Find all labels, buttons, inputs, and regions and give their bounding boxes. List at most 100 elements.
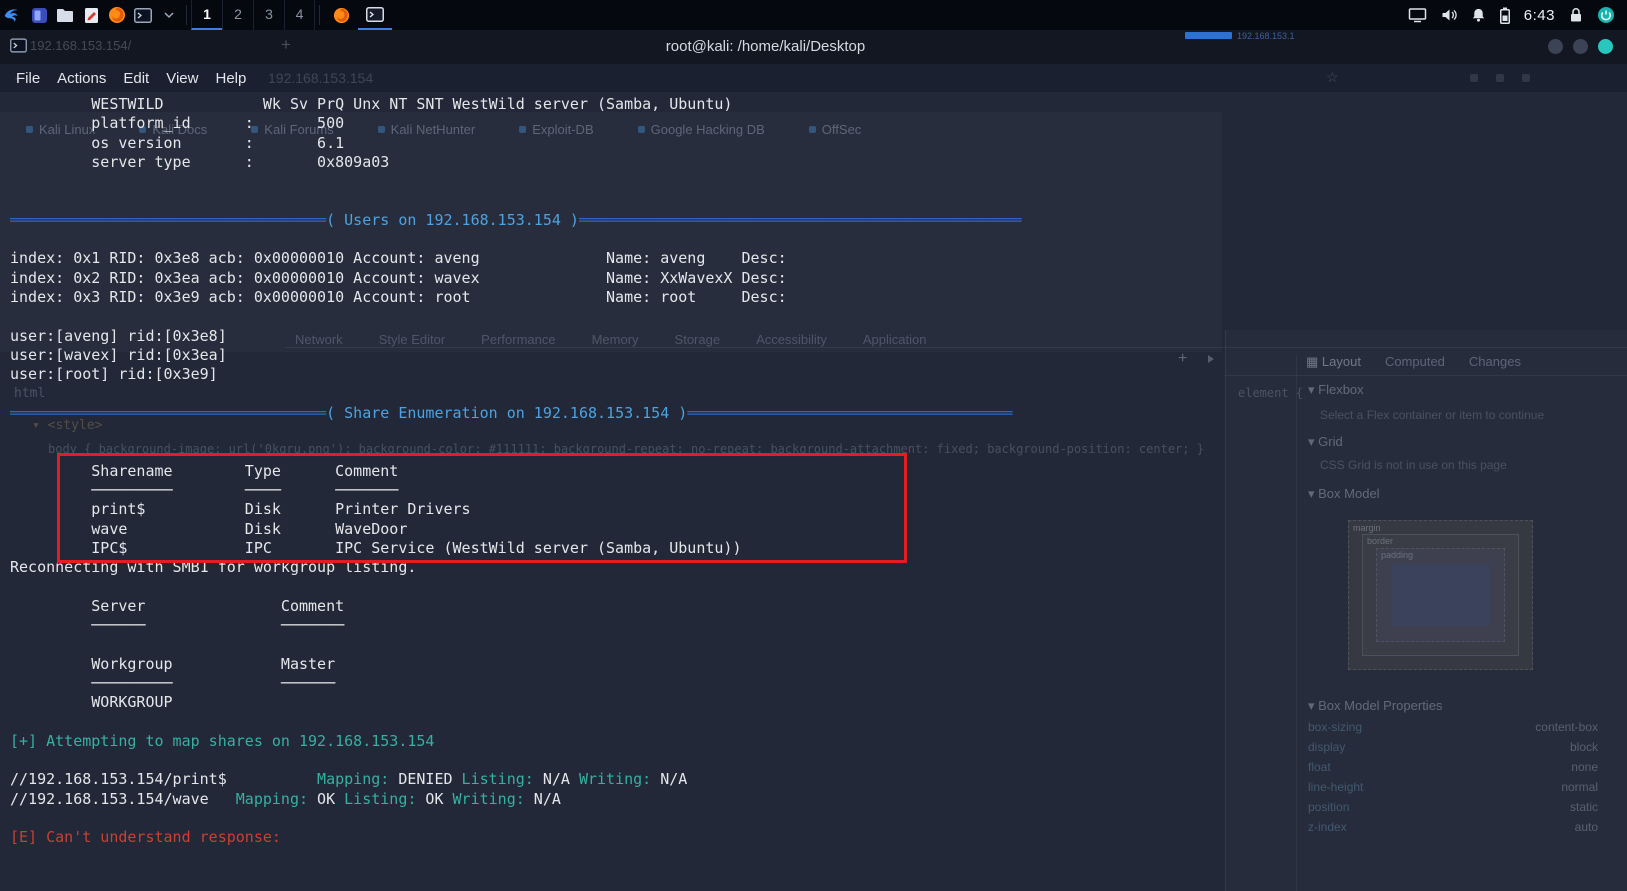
window-title: root@kali: /home/kali/Desktop xyxy=(665,38,866,55)
background-box-model-property-row: z-index auto xyxy=(1308,820,1598,840)
background-box-model-property-row: position static xyxy=(1308,800,1598,820)
terminal-task-icon[interactable] xyxy=(358,0,392,30)
volume-icon[interactable] xyxy=(1441,8,1457,22)
background-extension-icon xyxy=(1496,74,1504,82)
workspace-2[interactable]: 2 xyxy=(222,0,253,30)
background-extension-icon xyxy=(1470,74,1478,82)
menu-edit[interactable]: Edit xyxy=(123,70,149,87)
property-value: none xyxy=(1571,760,1598,774)
window-buttons xyxy=(1548,39,1613,54)
background-box-model-properties: box-sizing content-box display block float no… xyxy=(1308,720,1598,840)
background-devtools-tab-layout: ▦ Layout xyxy=(1306,354,1361,369)
property-name: position xyxy=(1308,800,1350,814)
menu-actions[interactable]: Actions xyxy=(57,70,106,87)
terminal-line: Workgroup Master xyxy=(10,654,336,673)
panel-divider xyxy=(319,5,320,25)
background-flexbox-header: ▾ Flexbox xyxy=(1308,382,1364,397)
background-flexbox-message: Select a Flex container or item to conti… xyxy=(1320,408,1545,422)
clock[interactable]: 6:43 xyxy=(1524,7,1555,24)
terminal-line: [+] Attempting to map shares on 192.168.… xyxy=(10,731,435,750)
display-icon[interactable] xyxy=(1408,7,1427,23)
terminal-line: user:[wavex] rid:[0x3ea] xyxy=(10,345,227,364)
terminal-line: os version : 6.1 xyxy=(10,133,345,152)
background-grid-message: CSS Grid is not in use on this page xyxy=(1320,458,1507,472)
background-box-model-header: ▾ Box Model xyxy=(1308,486,1380,501)
battery-icon[interactable] xyxy=(1499,7,1510,24)
terminal-line: user:[root] rid:[0x3e9] xyxy=(10,365,218,384)
terminal-line: user:[aveng] rid:[0x3e8] xyxy=(10,326,227,345)
terminal-titlebar[interactable]: 192.168.153.154/ + 192.168.153.1 root@ka… xyxy=(0,30,1627,64)
background-divider xyxy=(1296,355,1297,891)
background-back-arrow-icon: ← xyxy=(12,68,27,85)
background-grid-header: ▾ Grid xyxy=(1308,434,1343,449)
terminal-line: WESTWILD Wk Sv PrQ Unx NT SNT WestWild s… xyxy=(10,95,733,113)
notifications-icon[interactable] xyxy=(1471,7,1486,23)
panel-left-group: 1234 xyxy=(0,0,392,30)
terminal-line: index: 0x1 RID: 0x3e8 acb: 0x00000010 Ac… xyxy=(10,249,787,268)
firefox-icon[interactable] xyxy=(104,0,130,30)
workspace-3[interactable]: 3 xyxy=(253,0,284,30)
box-model-padding: padding xyxy=(1376,548,1505,642)
background-box-model-properties-header: ▾ Box Model Properties xyxy=(1308,698,1443,713)
workspace-1[interactable]: 1 xyxy=(191,0,222,30)
screen-lock-icon[interactable] xyxy=(1569,7,1583,23)
text-editor-icon[interactable] xyxy=(78,0,104,30)
menu-items: File Actions Edit View Help xyxy=(16,70,246,87)
terminal-line: WORKGROUP xyxy=(10,693,173,712)
property-name: box-sizing xyxy=(1308,720,1363,734)
background-new-tab-icon: + xyxy=(281,35,291,54)
desktop-icon[interactable] xyxy=(26,0,52,30)
terminal-dropdown-chevron-icon[interactable] xyxy=(156,0,182,30)
terminal-line: ────── ─────── xyxy=(10,616,345,635)
file-manager-icon[interactable] xyxy=(52,0,78,30)
terminal-line: ═══════════════════════════════════( Sha… xyxy=(10,403,1013,422)
kali-menu-icon[interactable] xyxy=(0,0,26,30)
property-name: float xyxy=(1308,760,1331,774)
background-extension-icon xyxy=(1522,74,1530,82)
background-box-model-property-row: float none xyxy=(1308,760,1598,780)
background-devtools-picker-icon xyxy=(1208,355,1214,363)
workspace-switcher: 1234 xyxy=(191,0,315,30)
workspace-4[interactable]: 4 xyxy=(284,0,315,30)
maximize-button[interactable] xyxy=(1573,39,1588,54)
menu-help[interactable]: Help xyxy=(215,70,246,87)
background-divider xyxy=(1225,375,1627,376)
background-box-model-property-row: line-height normal xyxy=(1308,780,1598,800)
background-address-bar: 192.168.153.154 xyxy=(268,70,374,86)
menu-view[interactable]: View xyxy=(166,70,198,87)
terminal-line: platform_id : 500 xyxy=(10,114,345,133)
terminal-line: index: 0x3 RID: 0x3e9 acb: 0x00000010 Ac… xyxy=(10,287,787,306)
kali-desktop-screen: 1234 6:43 192.168.153.154/ + 192.168.153… xyxy=(0,0,1627,891)
terminal-line: Server Comment xyxy=(10,596,345,615)
close-button[interactable] xyxy=(1598,39,1613,54)
background-progress-bar xyxy=(1185,32,1232,39)
annotation-box xyxy=(57,453,907,563)
property-value: normal xyxy=(1561,780,1598,794)
top-panel: 1234 6:43 xyxy=(0,0,1627,30)
terminal-body[interactable]: Kali Linux Kali Docs Kali Forums Kali NetHu… xyxy=(0,92,1627,891)
firefox-task-icon[interactable] xyxy=(324,0,358,30)
terminal-launcher-icon[interactable] xyxy=(130,0,156,30)
background-devtools-tab-computed: Computed xyxy=(1384,354,1445,369)
background-box-model-property-row: display block xyxy=(1308,740,1598,760)
terminal-line: index: 0x2 RID: 0x3ea acb: 0x00000010 Ac… xyxy=(10,268,787,287)
panel-divider xyxy=(186,5,187,25)
power-icon[interactable] xyxy=(1597,6,1615,24)
terminal-line: ───────── ────── xyxy=(10,673,336,692)
minimize-button[interactable] xyxy=(1548,39,1563,54)
background-browser-tab: 192.168.153.154/ xyxy=(30,38,132,53)
terminal-line: [E] Can't understand response: xyxy=(10,828,281,847)
background-overlay-text: 192.168.153.1 xyxy=(1237,31,1295,41)
box-model-margin: margin xyxy=(1348,520,1533,670)
terminal-menubar: ← 192.168.153.154 ☆ File Actions Edit View H… xyxy=(0,64,1627,92)
property-name: z-index xyxy=(1308,820,1347,834)
kali-logo-icon xyxy=(4,9,19,23)
